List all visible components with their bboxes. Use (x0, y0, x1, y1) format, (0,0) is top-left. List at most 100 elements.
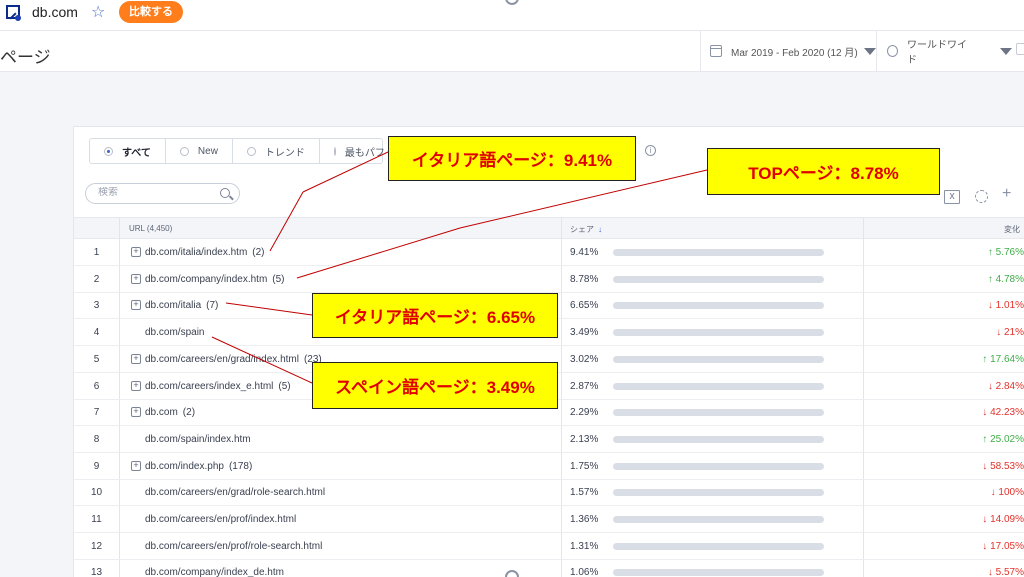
filter-top-performing[interactable]: 最もパフ (320, 139, 385, 163)
share-bar (613, 489, 824, 497)
change-value: ↓ 58.53% (982, 460, 1024, 472)
row-number: 2 (93, 273, 100, 285)
change-value: ↓ 2.84% (987, 380, 1024, 392)
expand-icon[interactable]: + (131, 353, 141, 364)
callout-italia-2: イタリア語ページ：6.65% (312, 293, 558, 338)
share-value: 1.57% (570, 487, 599, 499)
row-url-link[interactable]: db.com/index.php (178) (145, 461, 252, 472)
table-row[interactable]: 11 db.com/careers/en/prof/index.html 1.36%… (74, 506, 1024, 533)
row-url-link[interactable]: db.com (2) (145, 407, 195, 418)
change-value: ↓ 21% (996, 327, 1024, 339)
share-column-header[interactable]: シェア ↓ (570, 224, 602, 235)
info-icon[interactable]: i (645, 145, 656, 156)
url-text: db.com (145, 407, 178, 419)
bookmark-icon[interactable] (1016, 43, 1024, 55)
share-value: 3.49% (570, 327, 599, 339)
table-row[interactable]: 2 + db.com/company/index.htm (5) 8.78% ↑ 4.78… (74, 266, 1024, 293)
row-url-link[interactable]: db.com/careers/en/grad/index.html (23) (145, 354, 322, 365)
row-number: 6 (93, 380, 100, 392)
share-bar (613, 542, 824, 550)
url-text: db.com/spain/index.htm (145, 433, 251, 445)
share-value: 2.29% (570, 407, 599, 419)
share-bar (613, 275, 824, 283)
table-row[interactable]: 9 + db.com/index.php (178) 1.75% ↓ 58.53% (74, 453, 1024, 480)
url-text: db.com/company/index.htm (145, 273, 268, 285)
drag-handle-icon[interactable] (505, 570, 519, 577)
region-selector[interactable]: ワールドワイド (876, 31, 1012, 71)
search-icon[interactable] (220, 188, 230, 198)
radio-icon (333, 146, 336, 156)
subpage-count: (5) (272, 273, 285, 285)
share-value: 1.36% (570, 514, 599, 525)
calendar-icon (710, 45, 722, 57)
change-value: ↓ 42.23% (982, 407, 1024, 419)
subpage-count: (178) (228, 460, 253, 472)
url-text: db.com/careers/en/prof/index.html (145, 514, 297, 525)
row-url-link[interactable]: db.com/careers/en/prof/index.html (145, 514, 301, 525)
filter-label: トレンド (264, 147, 305, 159)
table-row[interactable]: 8 db.com/spain/index.htm 2.13% ↑ 25.02% (74, 426, 1024, 453)
url-text: db.com/careers/en/prof/role-search.html (145, 540, 323, 552)
sort-arrow-icon: ↓ (598, 225, 602, 234)
search-box[interactable] (85, 183, 240, 204)
table-row[interactable]: 13 db.com/company/index_de.htm 1.06% ↓ 5.57… (74, 559, 1024, 577)
change-value: ↓ 17.05% (982, 540, 1024, 552)
globe-icon (887, 45, 898, 57)
excel-export-icon[interactable]: X (944, 190, 960, 204)
compare-button[interactable]: 比較する (119, 1, 183, 23)
expand-icon[interactable]: + (131, 273, 141, 284)
row-url-link[interactable]: db.com/careers/index_e.html (5) (145, 381, 291, 392)
table-row[interactable]: 1 + db.com/italia/index.htm (2) 9.41% ↑ 5.76% (74, 239, 1024, 266)
expand-icon[interactable]: + (131, 300, 141, 311)
chevron-down-icon (1000, 47, 1012, 55)
filter-trend[interactable]: トレンド (233, 139, 320, 163)
url-column-header[interactable]: URL (4,450) (129, 224, 172, 233)
url-text: db.com/spain (145, 327, 205, 339)
share-value: 1.31% (570, 540, 599, 552)
callout-italia-1: イタリア語ページ：9.41% (388, 136, 636, 181)
chevron-down-icon (863, 47, 876, 55)
row-url-link[interactable]: db.com/spain/index.htm (145, 434, 256, 445)
star-icon[interactable]: ☆ (91, 2, 105, 22)
search-input[interactable] (98, 187, 213, 198)
row-number: 1 (93, 247, 100, 258)
settings-icon[interactable] (975, 190, 988, 203)
change-value: ↓ 14.09% (982, 514, 1024, 525)
table-row[interactable]: 12 db.com/careers/en/prof/role-search.htm… (74, 533, 1024, 560)
url-text: db.com/careers/index_e.html (145, 380, 274, 392)
row-url-link[interactable]: db.com/italia (7) (145, 300, 218, 311)
expand-icon[interactable]: + (131, 247, 141, 257)
plus-icon[interactable]: + (1002, 185, 1011, 203)
change-column-header[interactable]: 変化 (1004, 224, 1020, 235)
filter-label: すべて (122, 147, 151, 159)
expand-icon[interactable]: + (131, 460, 141, 471)
row-url-link[interactable]: db.com/company/index_de.htm (145, 567, 289, 577)
share-bar (613, 355, 824, 363)
share-bar (613, 409, 824, 417)
expand-icon[interactable]: + (131, 407, 141, 418)
expand-icon[interactable]: + (131, 380, 141, 391)
change-value: ↓ 100% (990, 487, 1024, 499)
row-url-link[interactable]: db.com/careers/en/grad/role-search.html (145, 487, 330, 498)
row-url-link[interactable]: db.com/italia/index.htm (2) (145, 247, 265, 258)
filter-all[interactable]: すべて (90, 139, 166, 163)
share-value: 1.06% (570, 567, 599, 577)
table-row[interactable]: 10 db.com/careers/en/grad/role-search.htm… (74, 479, 1024, 507)
row-url-link[interactable]: db.com/careers/en/prof/role-search.html (145, 541, 327, 552)
share-bar (613, 435, 824, 443)
row-url-link[interactable]: db.com/company/index.htm (5) (145, 274, 285, 285)
row-number: 12 (90, 540, 103, 552)
date-range-selector[interactable]: Mar 2019 - Feb 2020 (12 月) (700, 31, 876, 71)
share-bar (613, 462, 824, 470)
subpage-count: (5) (278, 380, 291, 392)
url-text: db.com/company/index_de.htm (145, 567, 284, 577)
subpage-count: (2) (252, 247, 265, 258)
share-value: 3.02% (570, 353, 599, 365)
url-text: db.com/italia/index.htm (145, 247, 248, 258)
row-number: 3 (93, 300, 100, 312)
row-number: 7 (93, 407, 100, 419)
url-text: db.com/careers/en/grad/index.html (145, 353, 299, 365)
filter-new[interactable]: New (166, 139, 233, 163)
url-text: db.com/careers/en/grad/role-search.html (145, 487, 326, 499)
row-url-link[interactable]: db.com/spain (145, 327, 209, 338)
